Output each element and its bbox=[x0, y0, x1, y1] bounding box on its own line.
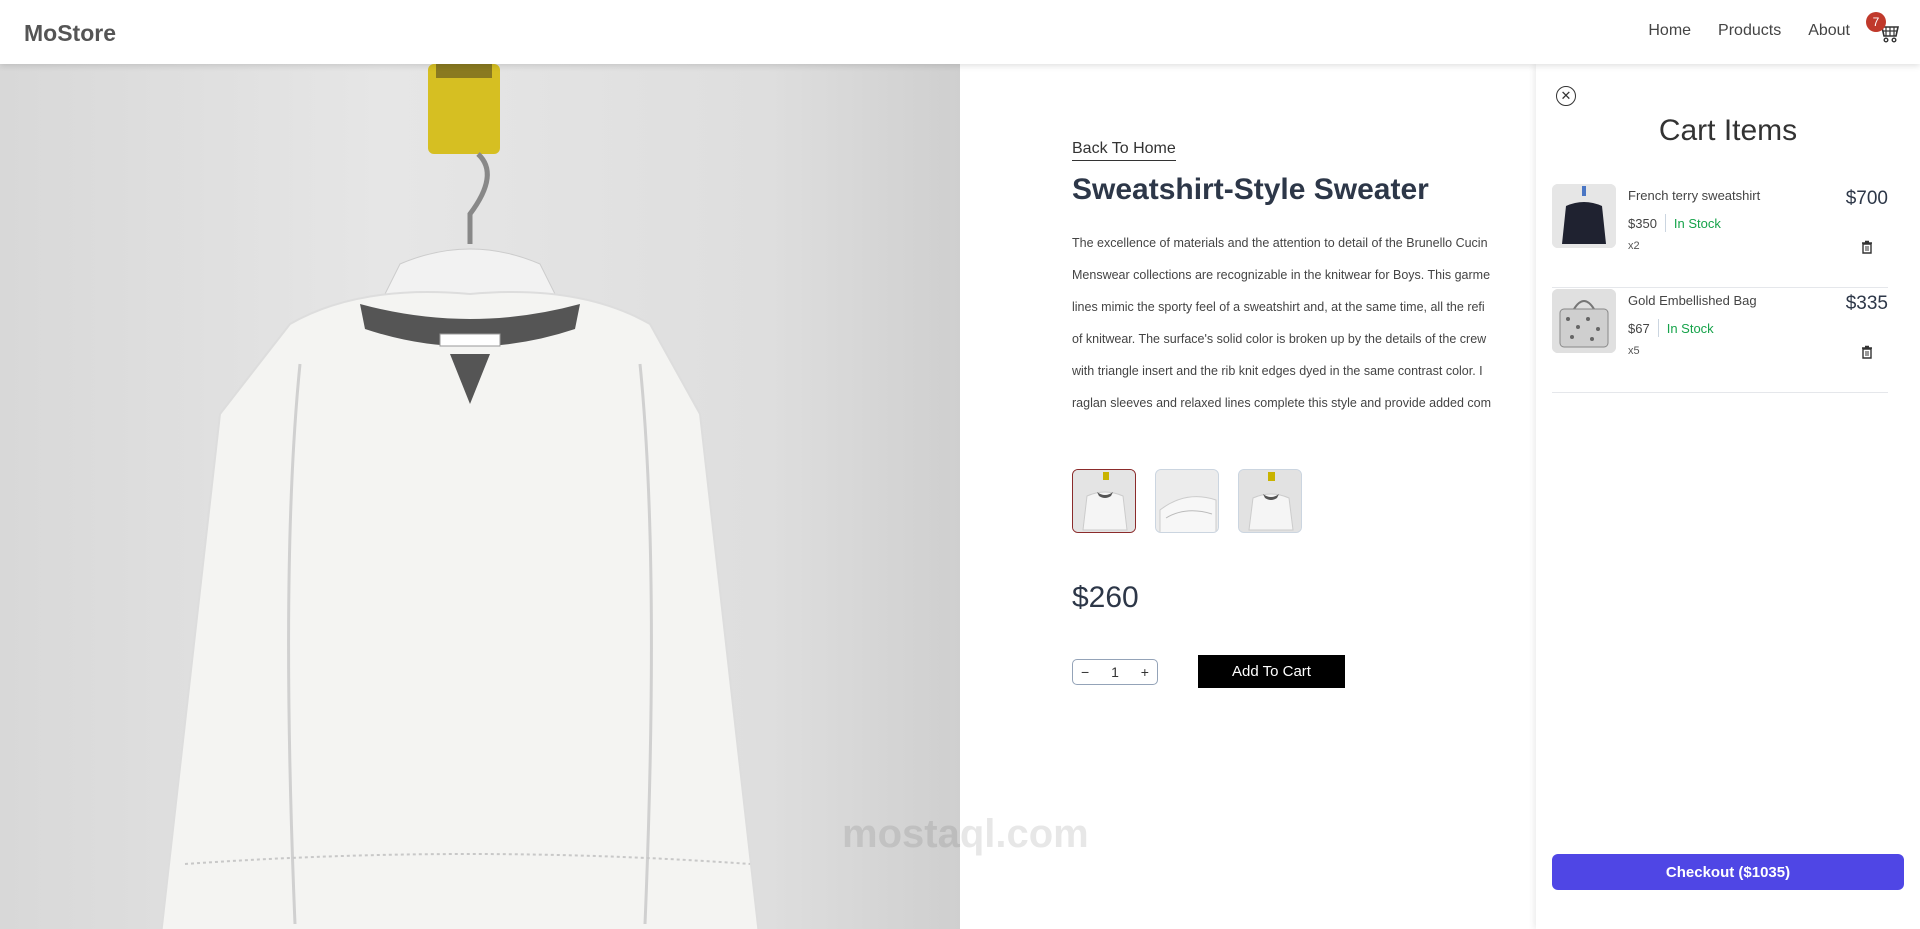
close-icon: ✕ bbox=[1560, 88, 1572, 103]
cart-item: Gold Embellished Bag $67 In Stock x5 $33… bbox=[1552, 289, 1888, 393]
cart-item-unit-price: $67 bbox=[1628, 320, 1650, 336]
cart-item-meta: $67 In Stock bbox=[1628, 319, 1714, 337]
product-main-image bbox=[0, 64, 960, 929]
thumbnail-2[interactable] bbox=[1155, 469, 1219, 533]
nav-products-link[interactable]: Products bbox=[1718, 22, 1781, 40]
cart-item-quantity: x5 bbox=[1628, 345, 1640, 357]
increment-button[interactable]: + bbox=[1141, 664, 1149, 680]
cart-item: French terry sweatshirt $350 In Stock x2… bbox=[1552, 184, 1888, 288]
purchase-actions: − 1 + Add To Cart bbox=[1072, 655, 1532, 688]
divider bbox=[1664, 214, 1666, 232]
cart-item-name: French terry sweatshirt bbox=[1628, 188, 1761, 203]
stock-status: In Stock bbox=[1673, 215, 1721, 231]
stock-status: In Stock bbox=[1666, 320, 1714, 336]
sweater-illustration bbox=[160, 64, 760, 929]
checkout-button[interactable]: Checkout ($1035) bbox=[1552, 854, 1904, 890]
description-line: Menswear collections are recognizable in… bbox=[1072, 268, 1491, 282]
back-to-home-link[interactable]: Back To Home bbox=[1072, 140, 1176, 161]
cart-item-name: Gold Embellished Bag bbox=[1628, 293, 1757, 308]
divider bbox=[1657, 319, 1659, 337]
description-line: lines mimic the sporty feel of a sweatsh… bbox=[1072, 300, 1485, 314]
cart-item-meta: $350 In Stock bbox=[1628, 214, 1721, 232]
navbar: MoStore Home Products About 7 bbox=[0, 0, 1920, 64]
cart-title: Cart Items bbox=[1658, 114, 1798, 147]
trash-icon[interactable] bbox=[1860, 240, 1874, 254]
thumbnail-gallery bbox=[1072, 469, 1532, 533]
cart-drawer: ✕ Cart Items French terry sweatshirt $35… bbox=[1536, 64, 1920, 929]
cart-item-total: $335 bbox=[1845, 293, 1888, 314]
cart-item-image bbox=[1552, 184, 1616, 248]
add-to-cart-button[interactable]: Add To Cart bbox=[1198, 655, 1345, 688]
cart-item-total: $700 bbox=[1845, 188, 1888, 209]
nav-menu: Home Products About bbox=[1648, 22, 1850, 40]
cart-item-unit-price: $350 bbox=[1628, 215, 1657, 231]
quantity-value: 1 bbox=[1111, 663, 1119, 680]
product-price: $260 bbox=[1072, 581, 1139, 614]
product-detail: Back To Home Sweatshirt-Style Sweater Th… bbox=[1072, 140, 1532, 688]
brand-logo[interactable]: MoStore bbox=[24, 20, 116, 47]
cart-button[interactable]: 7 bbox=[1866, 12, 1900, 44]
watermark: mostaql.com bbox=[842, 812, 1089, 856]
cart-item-image bbox=[1552, 289, 1616, 353]
description-line: with triangle insert and the rib knit ed… bbox=[1072, 364, 1483, 378]
description-line: of knitwear. The surface's solid color i… bbox=[1072, 332, 1487, 346]
product-description: The excellence of materials and the atte… bbox=[1072, 227, 1542, 427]
cart-item-quantity: x2 bbox=[1628, 240, 1640, 252]
nav-about-link[interactable]: About bbox=[1808, 22, 1850, 40]
thumbnail-3[interactable] bbox=[1238, 469, 1302, 533]
close-cart-button[interactable]: ✕ bbox=[1556, 86, 1576, 106]
nav-home-link[interactable]: Home bbox=[1648, 22, 1691, 40]
trash-icon[interactable] bbox=[1860, 345, 1874, 359]
description-line: The excellence of materials and the atte… bbox=[1072, 236, 1488, 250]
decrement-button[interactable]: − bbox=[1081, 664, 1089, 680]
quantity-stepper: − 1 + bbox=[1072, 658, 1158, 685]
product-title: Sweatshirt-Style Sweater bbox=[1072, 173, 1429, 206]
cart-count-badge: 7 bbox=[1866, 12, 1886, 32]
description-line: raglan sleeves and relaxed lines complet… bbox=[1072, 396, 1491, 410]
thumbnail-1[interactable] bbox=[1072, 469, 1136, 533]
